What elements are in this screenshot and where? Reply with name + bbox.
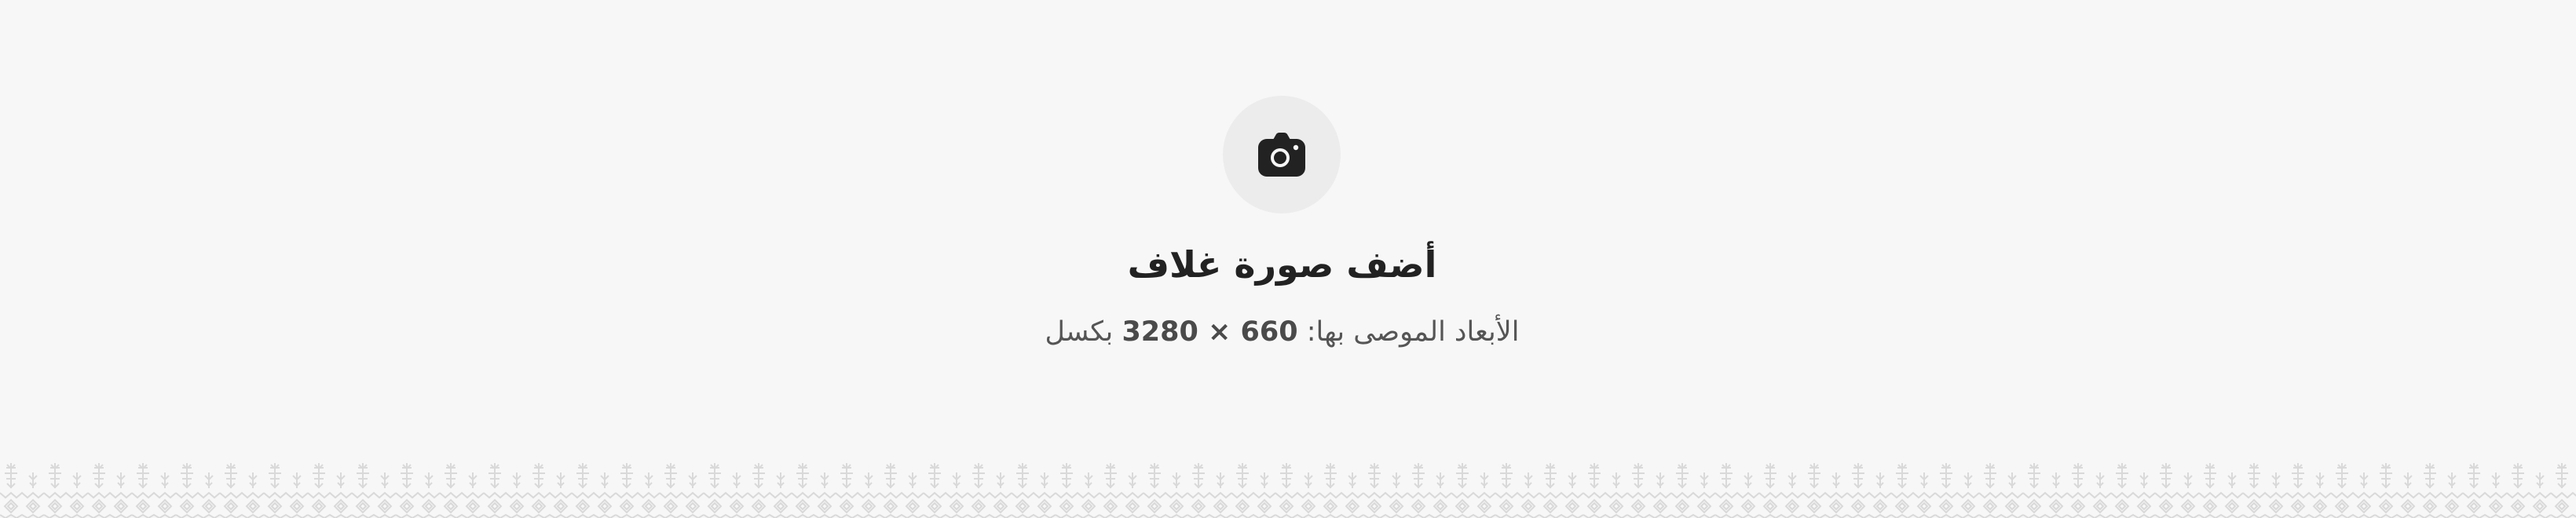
decorative-pattern-border: [0, 461, 2576, 518]
dimensions-unit: بكسل: [1045, 316, 1114, 348]
camera-button[interactable]: [1223, 96, 1341, 213]
dimensions-prefix: الأبعاد الموصى بها:: [1306, 316, 1520, 348]
cover-title: أضف صورة غلاف: [1127, 243, 1437, 286]
camera-icon: [1258, 133, 1305, 177]
cover-upload-area[interactable]: أضف صورة غلاف الأبعاد الموصى بها: 3280 ×…: [0, 0, 2576, 518]
recommended-dimensions: الأبعاد الموصى بها: 3280 × 660 بكسل: [974, 312, 1590, 352]
dimensions-value: 3280 × 660: [1122, 316, 1298, 348]
